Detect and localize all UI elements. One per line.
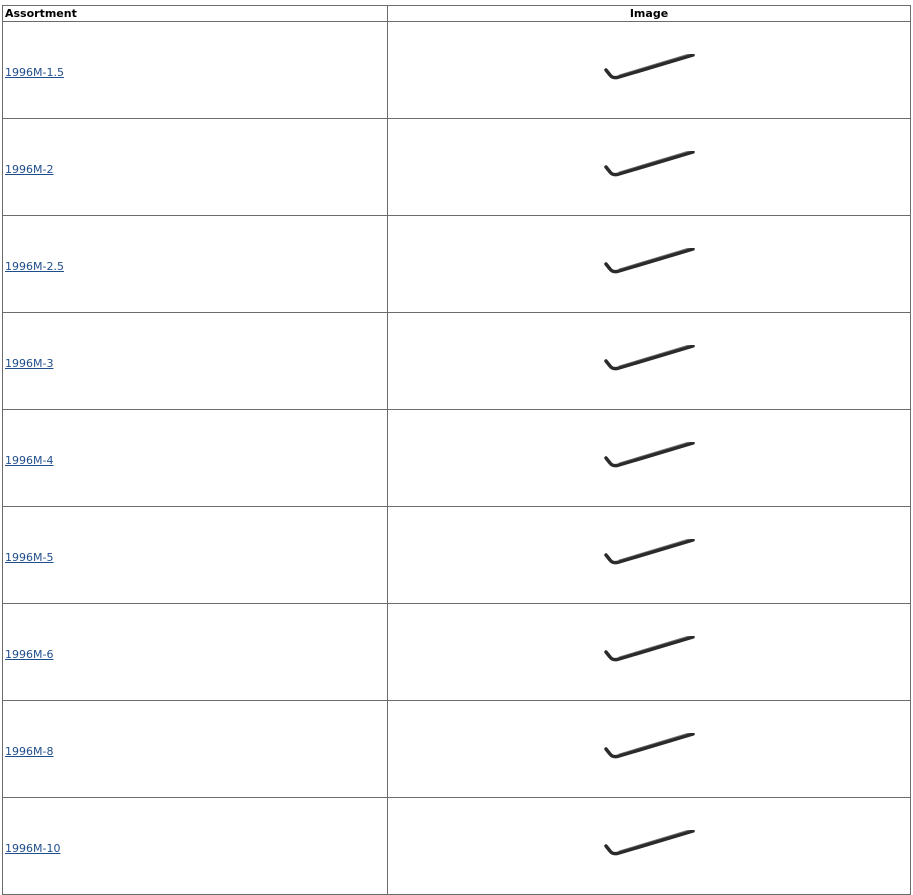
table-row: 1996M-2.5 [2,215,911,313]
image-cell [387,700,911,798]
part-link[interactable]: 1996M-1.5 [5,66,64,79]
assortment-cell: 1996M-2.5 [2,215,388,313]
part-link[interactable]: 1996M-8 [5,745,53,758]
image-cell [387,118,911,216]
image-cell [387,409,911,507]
table-header-row: Assortment Image [2,5,911,22]
assortment-cell: 1996M-10 [2,797,388,895]
column-header-assortment: Assortment [2,5,388,22]
part-link[interactable]: 1996M-3 [5,357,53,370]
table-row: 1996M-1.5 [2,21,911,119]
hex-key-icon[interactable] [604,345,696,377]
part-link[interactable]: 1996M-10 [5,842,60,855]
hex-key-icon[interactable] [604,54,696,86]
part-link[interactable]: 1996M-2 [5,163,53,176]
assortment-cell: 1996M-4 [2,409,388,507]
table-row: 1996M-4 [2,409,911,507]
hex-key-icon[interactable] [604,830,696,862]
image-cell [387,21,911,119]
image-cell [387,312,911,410]
table-row: 1996M-2 [2,118,911,216]
assortment-table: Assortment Image 1996M-1.5 1996M-2 1996M… [2,5,911,895]
assortment-cell: 1996M-2 [2,118,388,216]
hex-key-icon[interactable] [604,248,696,280]
hex-key-icon[interactable] [604,733,696,765]
hex-key-icon[interactable] [604,442,696,474]
hex-key-icon[interactable] [604,636,696,668]
assortment-cell: 1996M-8 [2,700,388,798]
part-link[interactable]: 1996M-5 [5,551,53,564]
image-cell [387,215,911,313]
column-header-image: Image [387,5,911,22]
part-link[interactable]: 1996M-4 [5,454,53,467]
image-cell [387,506,911,604]
image-cell [387,603,911,701]
table-row: 1996M-6 [2,603,911,701]
hex-key-icon[interactable] [604,539,696,571]
assortment-cell: 1996M-5 [2,506,388,604]
assortment-cell: 1996M-3 [2,312,388,410]
assortment-cell: 1996M-6 [2,603,388,701]
table-row: 1996M-5 [2,506,911,604]
table-row: 1996M-3 [2,312,911,410]
table-row: 1996M-8 [2,700,911,798]
part-link[interactable]: 1996M-6 [5,648,53,661]
assortment-table-container: Assortment Image 1996M-1.5 1996M-2 1996M… [2,5,911,895]
assortment-cell: 1996M-1.5 [2,21,388,119]
hex-key-icon[interactable] [604,151,696,183]
part-link[interactable]: 1996M-2.5 [5,260,64,273]
image-cell [387,797,911,895]
table-row: 1996M-10 [2,797,911,895]
